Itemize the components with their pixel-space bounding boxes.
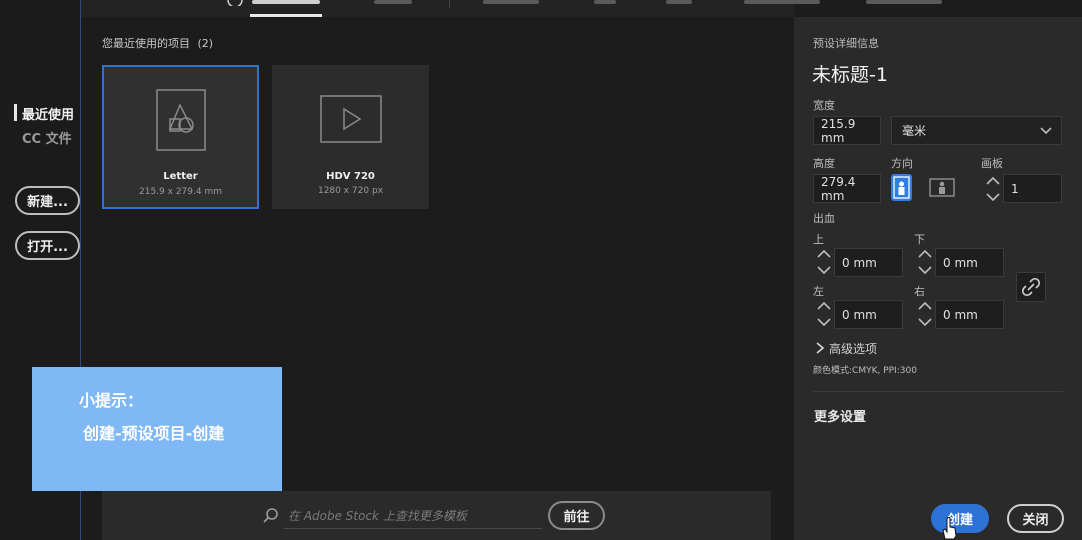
tab-7[interactable]	[866, 0, 942, 4]
close-button[interactable]: 关闭	[1007, 504, 1064, 533]
tab-icon	[227, 0, 243, 6]
video-icon	[320, 95, 382, 143]
nav-cc-files[interactable]: CC 文件	[22, 128, 72, 147]
artboards-input[interactable]: 1	[1003, 174, 1062, 203]
width-label: 宽度	[813, 99, 835, 112]
link-bleed-button[interactable]	[1016, 272, 1046, 302]
preset-size: 215.9 x 279.4 mm	[139, 187, 222, 197]
portrait-icon	[893, 176, 910, 199]
recent-title: 您最近使用的项目 (2)	[102, 37, 214, 50]
height-label: 高度	[813, 157, 835, 170]
tip-title: 小提示：	[79, 391, 144, 410]
tab-4[interactable]	[594, 0, 616, 4]
divider	[813, 391, 1063, 392]
bleed-top-stepper[interactable]	[814, 245, 834, 281]
landscape-icon	[929, 178, 955, 197]
tab-active-underline	[250, 14, 322, 17]
tab-3[interactable]	[483, 0, 539, 4]
tip-body: 创建-预设项目-创建	[83, 424, 225, 443]
portrait-button[interactable]	[891, 174, 912, 201]
artboards-label: 画板	[981, 157, 1003, 170]
bleed-left-input[interactable]: 0 mm	[834, 300, 903, 329]
open-button[interactable]: 打开...	[15, 231, 80, 260]
chevron-right-icon	[816, 342, 825, 354]
new-button[interactable]: 新建...	[15, 186, 80, 215]
preset-name: HDV 720	[326, 171, 375, 182]
unit-value: 毫米	[902, 124, 927, 138]
document-icon	[156, 89, 206, 151]
search-input[interactable]: 在 Adobe Stock 上查找更多模板	[288, 507, 467, 524]
nav-recent[interactable]: 最近使用	[22, 104, 74, 123]
bleed-right-input[interactable]: 0 mm	[935, 300, 1004, 329]
go-button[interactable]: 前往	[548, 501, 605, 530]
preset-card-letter[interactable]: Letter 215.9 x 279.4 mm	[102, 65, 259, 209]
bleed-bottom-stepper[interactable]	[915, 245, 935, 281]
artboards-stepper[interactable]	[983, 172, 1003, 208]
landscape-button[interactable]	[928, 174, 956, 201]
width-input[interactable]: 215.9 mm	[813, 116, 881, 145]
tab-2[interactable]	[374, 0, 412, 4]
document-name-input[interactable]: 未标题-1	[812, 60, 888, 87]
tab-active[interactable]	[252, 0, 320, 4]
tab-6[interactable]	[744, 0, 820, 4]
bleed-left-stepper[interactable]	[814, 297, 834, 333]
bleed-right-stepper[interactable]	[915, 297, 935, 333]
search-underline	[284, 528, 542, 529]
preset-card-hdv720[interactable]: HDV 720 1280 x 720 px	[272, 65, 429, 209]
bleed-top-input[interactable]: 0 mm	[834, 248, 903, 277]
bleed-label: 出血	[813, 212, 835, 225]
active-indicator	[14, 104, 17, 121]
color-mode-text: 颜色模式:CMYK, PPI:300	[813, 366, 917, 376]
hand-cursor-icon	[942, 517, 957, 540]
height-input[interactable]: 279.4 mm	[813, 174, 881, 203]
unit-select[interactable]: 毫米	[891, 116, 1062, 145]
search-icon	[263, 508, 278, 523]
tab-divider	[449, 0, 450, 8]
link-icon	[1021, 277, 1041, 297]
preset-name: Letter	[163, 171, 198, 182]
chevron-down-icon	[1040, 127, 1052, 135]
advanced-options-toggle[interactable]: 高级选项	[829, 340, 877, 357]
tab-5[interactable]	[666, 0, 692, 4]
orientation-label: 方向	[891, 157, 913, 170]
details-header: 预设详细信息	[813, 37, 879, 50]
bleed-bottom-input[interactable]: 0 mm	[935, 248, 1004, 277]
preset-size: 1280 x 720 px	[317, 186, 384, 196]
tip-box: 小提示： 创建-预设项目-创建	[32, 367, 282, 491]
more-settings-button[interactable]: 更多设置	[814, 406, 866, 425]
